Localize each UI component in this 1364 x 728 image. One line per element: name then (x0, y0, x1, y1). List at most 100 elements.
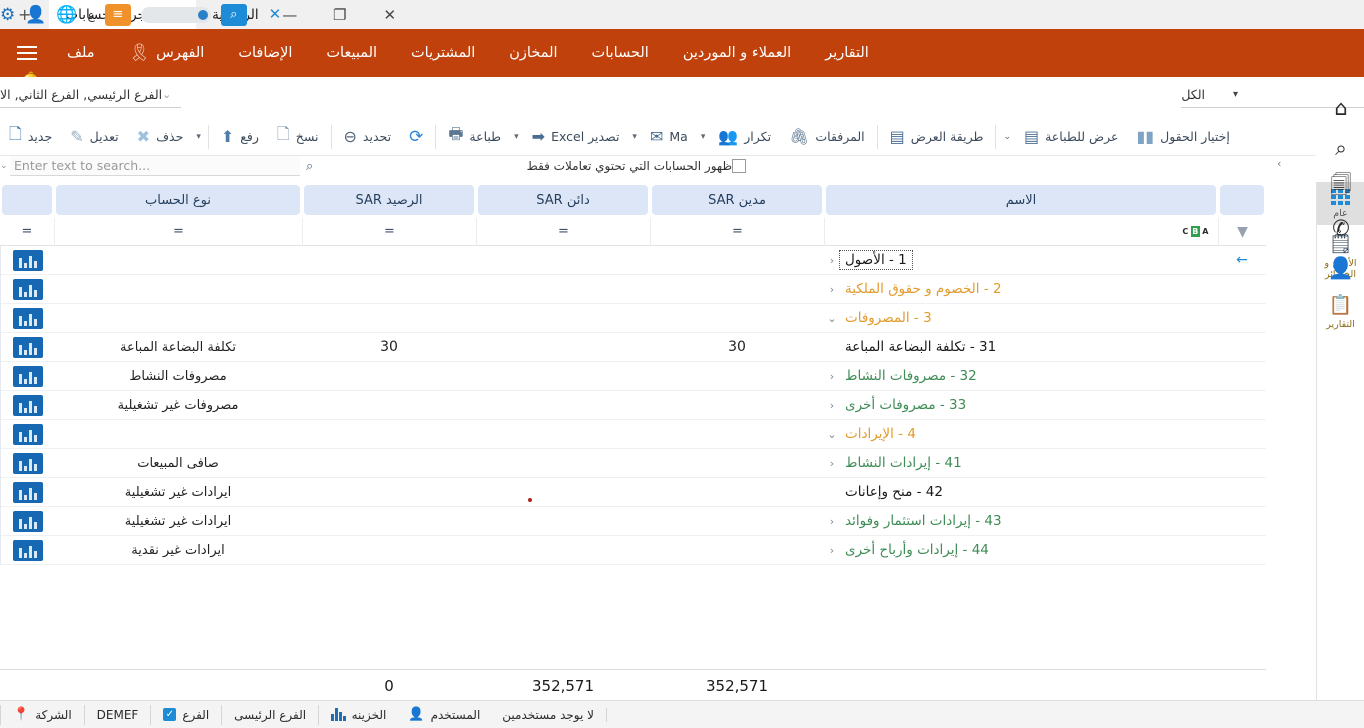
new-button[interactable]: 🗋 جديد (0, 120, 61, 154)
abc-sort-icon[interactable]: ABC (1181, 226, 1210, 237)
menu-item-reports[interactable]: التقارير (808, 29, 886, 77)
list-icon[interactable]: ≡ (105, 4, 131, 26)
settings-gear-icon[interactable]: ⚙ (0, 5, 15, 25)
menu-item-file[interactable]: ملف (50, 29, 112, 77)
row-chart-button[interactable] (0, 275, 54, 304)
cell-name[interactable]: 41 - إيرادات النشاط ‹ (824, 449, 1218, 478)
menu-item-customers-suppliers[interactable]: العملاء و الموردين (666, 29, 808, 77)
expand-caret-icon[interactable]: ‹ (824, 370, 840, 383)
print-preview-button[interactable]: ▤ عرض للطباعة (1015, 120, 1128, 154)
filter-cell-name[interactable]: ABC (824, 218, 1218, 246)
row-chart-button[interactable] (0, 304, 54, 333)
toolbar-overflow-caret-icon[interactable]: ⌄ (999, 132, 1015, 142)
search-icon[interactable]: ⌕ (1317, 128, 1364, 168)
chevron-down-icon[interactable]: ⌄ (162, 88, 171, 101)
whatsapp-icon[interactable]: ✆ (1317, 208, 1364, 248)
cell-name[interactable]: 33 - مصروفات أخرى ‹ (824, 391, 1218, 420)
mail-button[interactable]: ✉ Ma (641, 120, 697, 154)
upload-button[interactable]: ⬆ رفع (212, 120, 268, 154)
table-row[interactable]: تكلفة البضاعة المباعة 30 30 31 - تكلفة ا… (0, 333, 1266, 362)
row-chart-button[interactable] (0, 478, 54, 507)
collapse-caret-icon[interactable]: ⌄ (824, 312, 840, 325)
row-chart-button[interactable] (0, 536, 54, 565)
rail-tile-reports[interactable]: 📋 التقارير (1317, 286, 1364, 336)
delete-options-caret-icon[interactable]: ▾ (192, 132, 205, 142)
mail-options-caret-icon[interactable]: ▾ (697, 132, 710, 142)
search-input[interactable] (10, 156, 300, 176)
cell-name[interactable]: 44 - إيرادات وأرباح أخرى ‹ (824, 536, 1218, 565)
row-chart-button[interactable] (0, 420, 54, 449)
cell-name[interactable]: 3 - المصروفات ⌄ (824, 304, 1218, 333)
table-row[interactable]: 3 - المصروفات ⌄ (0, 304, 1266, 333)
view-mode-button[interactable]: ▤ طريقة العرض (881, 120, 993, 154)
column-header-balance[interactable]: الرصيد SAR (304, 185, 474, 215)
expand-caret-icon[interactable]: ‹ (824, 515, 840, 528)
table-row[interactable]: مصروفات النشاط 32 - مصروفات النشاط ‹ (0, 362, 1266, 391)
cell-name[interactable]: 42 - منح وإعانات (824, 478, 1218, 507)
column-header-account-type[interactable]: نوع الحساب (56, 185, 300, 215)
restore-window-button[interactable]: ❐ (315, 0, 365, 29)
cell-name[interactable]: 2 - الخصوم و حقوق الملكية ‹ (824, 275, 1218, 304)
home-icon[interactable]: ⌂ (1317, 88, 1364, 128)
row-chart-button[interactable] (0, 333, 54, 362)
table-row[interactable]: صافى المبيعات 41 - إيرادات النشاط ‹ (0, 449, 1266, 478)
edit-button[interactable]: ✎ تعديل (61, 120, 127, 154)
filter-cell-balance[interactable]: = (302, 218, 476, 246)
row-chart-button[interactable] (0, 362, 54, 391)
status-treasury[interactable]: الخزينه (318, 705, 398, 725)
column-header-credit[interactable]: دائن SAR (478, 185, 648, 215)
translate-icon[interactable]: 🌐 (56, 5, 77, 25)
expand-caret-icon[interactable]: ‹ (824, 544, 840, 557)
filter-cell-chip[interactable]: = (0, 218, 54, 246)
chevron-down-icon[interactable]: ⌄ (0, 161, 8, 171)
row-chart-button[interactable] (0, 507, 54, 536)
export-options-caret-icon[interactable]: ▾ (628, 132, 641, 142)
column-header-debit[interactable]: مدين SAR (652, 185, 822, 215)
cell-name[interactable]: 1 - الأصول ‹ (824, 246, 1218, 275)
status-company[interactable]: 📍 الشركة (0, 705, 84, 725)
print-options-caret-icon[interactable]: ▾ (510, 132, 523, 142)
row-chart-button[interactable] (0, 449, 54, 478)
transactions-only-checkbox-row[interactable]: ظهور الحسابات التي تحتوي تعاملات فقط (527, 159, 756, 173)
filter-cell-credit[interactable]: = (476, 218, 650, 246)
collapse-caret-icon[interactable]: ⌄ (824, 428, 840, 441)
cell-name[interactable]: 43 - إيرادات استثمار وفوائد ‹ (824, 507, 1218, 536)
expand-caret-icon[interactable]: ‹ (824, 254, 840, 267)
status-company-value[interactable]: DEMEF (84, 705, 151, 725)
delete-button[interactable]: ✖ حذف (128, 120, 193, 154)
select-button[interactable]: ⊖ تحديد (335, 120, 401, 154)
table-row[interactable]: ايرادات غير نقدية 44 - إيرادات وأرباح أخ… (0, 536, 1266, 565)
expand-caret-icon[interactable]: ‹ (824, 457, 840, 470)
row-chart-button[interactable] (0, 391, 54, 420)
table-row[interactable]: ايرادات غير تشغيلية 43 - إيرادات استثمار… (0, 507, 1266, 536)
chevron-down-icon[interactable]: ▾ (1227, 89, 1238, 100)
documents-icon[interactable]: 🗐 (1317, 168, 1364, 208)
menu-item-accounts[interactable]: الحسابات (575, 29, 666, 77)
table-row[interactable]: 4 - الإيرادات ⌄ (0, 420, 1266, 449)
table-row[interactable]: مصروفات غير تشغيلية 33 - مصروفات أخرى ‹ (0, 391, 1266, 420)
table-row[interactable]: 1 - الأصول ‹ ← (0, 246, 1266, 275)
minimize-window-button[interactable]: — (265, 0, 315, 29)
branch-selector[interactable]: الفرع الرئيسي, الفرع الثاني, الا ⌄ (0, 84, 181, 108)
collapse-panel-icon[interactable]: › (1277, 157, 1281, 170)
user-icon[interactable]: 👤 (1317, 248, 1364, 288)
export-excel-button[interactable]: ➡ تصدير Excel (523, 120, 629, 154)
user-icon[interactable]: 👤 (25, 5, 46, 25)
filter-cell-account-type[interactable]: = (54, 218, 302, 246)
status-branch[interactable]: ✓ الفرع (150, 705, 221, 725)
menu-item-purchases[interactable]: المشتريات (394, 29, 492, 77)
menu-item-index[interactable]: 🎗 الفهرس (112, 29, 222, 77)
close-window-button[interactable]: ✕ (365, 0, 415, 29)
attachments-button[interactable]: 🖇 المرفقات (780, 120, 874, 154)
copy-button[interactable]: 🗋 نسخ (268, 120, 328, 154)
filter-cell-debit[interactable]: = (650, 218, 824, 246)
row-chart-button[interactable] (0, 246, 54, 275)
column-header-chip[interactable] (2, 185, 52, 215)
column-header-name[interactable]: الاسم (826, 185, 1216, 215)
menu-item-addons[interactable]: الإضافات (221, 29, 309, 77)
duplicate-button[interactable]: 👥 تكرار (709, 120, 780, 154)
choose-fields-button[interactable]: ▮▮ إختيار الحقول (1128, 120, 1239, 154)
expand-caret-icon[interactable]: ‹ (824, 283, 840, 296)
table-row[interactable]: ايرادات غير تشغيلية 42 - منح وإعانات (0, 478, 1266, 507)
cell-name[interactable]: 31 - تكلفة البضاعة المباعة (824, 333, 1218, 362)
